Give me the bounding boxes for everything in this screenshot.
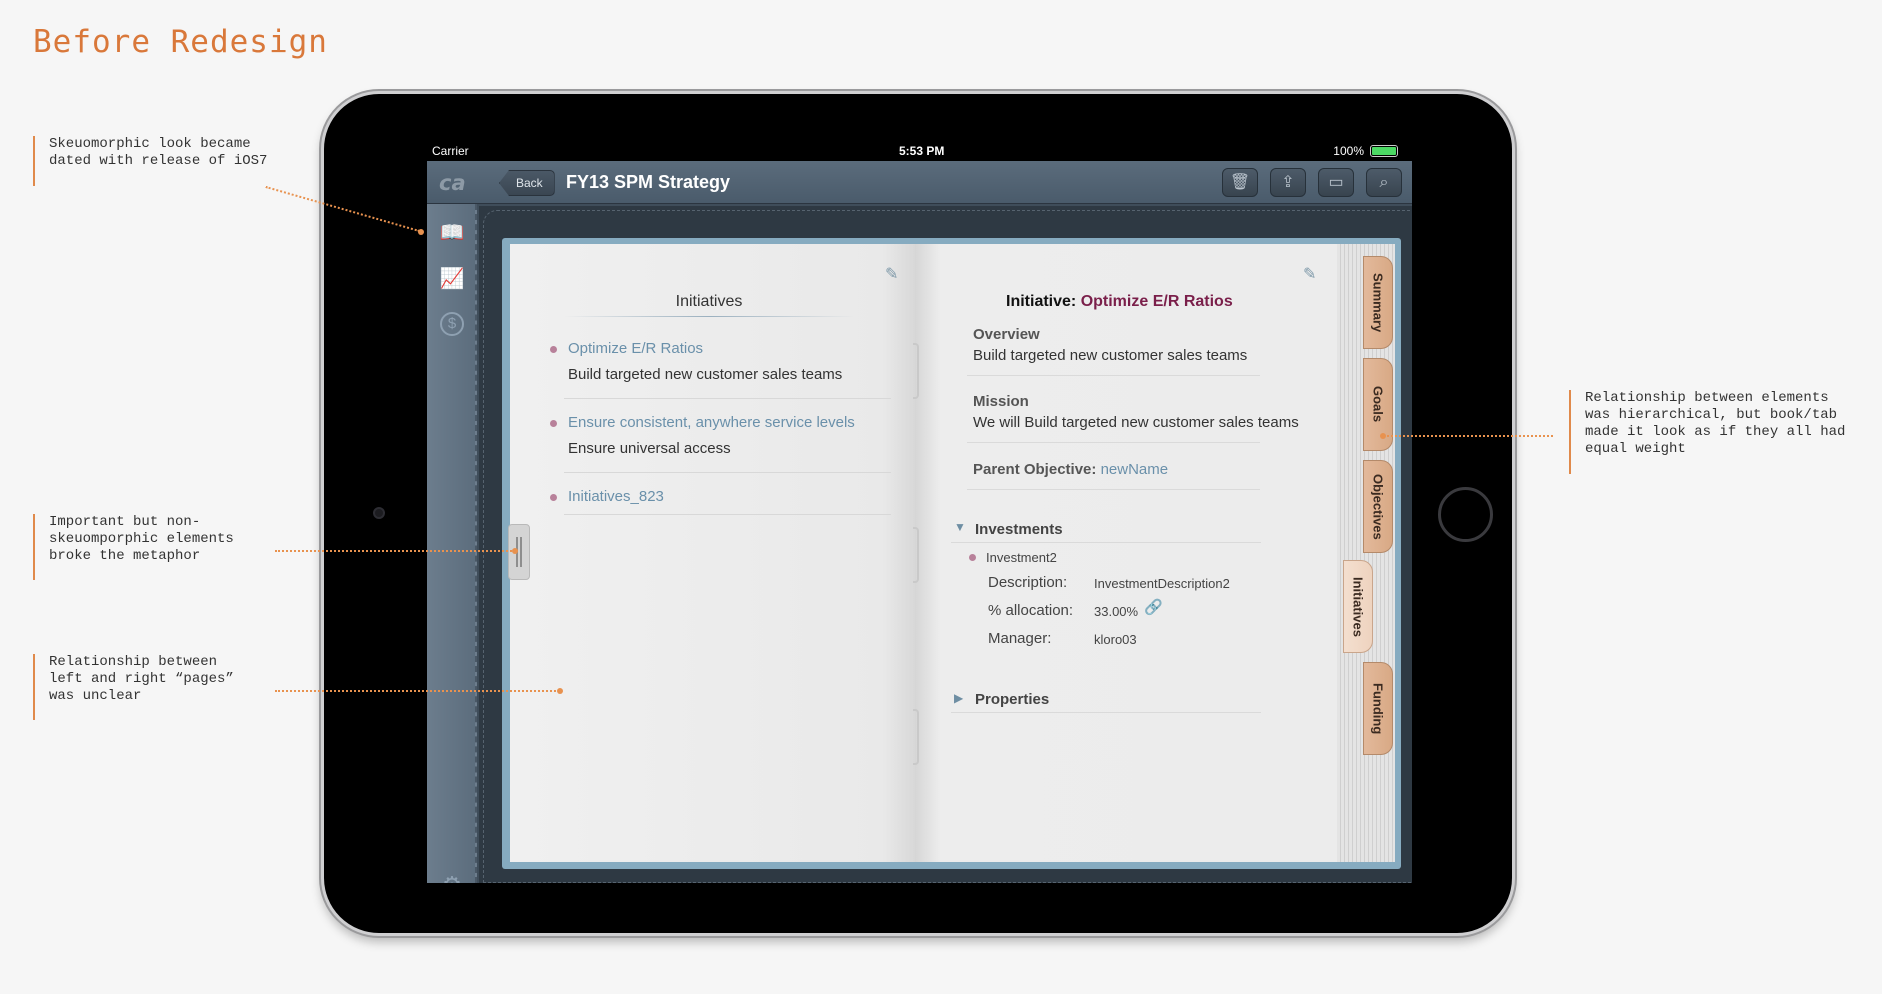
battery-icon xyxy=(1370,145,1398,157)
initiative-name: Optimize E/R Ratios xyxy=(1080,293,1233,310)
tab-label: Goals xyxy=(1370,386,1386,423)
back-button[interactable]: Back xyxy=(499,170,555,196)
spine-clip xyxy=(913,343,919,399)
comment-icon[interactable]: ▭ xyxy=(1318,168,1354,197)
edit-pencil-icon[interactable]: ✎ xyxy=(1303,264,1316,284)
tab-objectives[interactable]: Objectives xyxy=(1363,460,1393,553)
bullet xyxy=(969,554,976,561)
investments-label[interactable]: Investments xyxy=(975,521,1063,538)
manager-value: kloro03 xyxy=(1094,632,1137,647)
nav-bar: ca Back FY13 SPM Strategy 🗑 ⇪ ▭ ⌕ xyxy=(427,161,1412,204)
leader-dot xyxy=(557,688,563,694)
battery-percent: 100% xyxy=(1333,144,1364,158)
carrier-label: Carrier xyxy=(432,144,469,158)
collapse-triangle-icon[interactable]: ▼ xyxy=(954,520,966,534)
book: ✎ Initiatives Optimize E/R Ratios Build … xyxy=(502,238,1401,869)
left-page: ✎ Initiatives Optimize E/R Ratios Build … xyxy=(510,244,915,862)
allocation-value: 33.00% xyxy=(1094,604,1139,619)
parent-objective-link[interactable]: newName xyxy=(1101,461,1169,478)
chart-icon[interactable]: 📈 xyxy=(437,264,467,294)
initiative-link[interactable]: Ensure consistent, anywhere service leve… xyxy=(568,414,855,431)
tab-label: Objectives xyxy=(1370,473,1386,540)
properties-label[interactable]: Properties xyxy=(975,691,1049,708)
tab-summary[interactable]: Summary xyxy=(1363,256,1393,349)
allocation-label: % allocation: xyxy=(988,602,1074,619)
status-bar: Carrier 5:53 PM 100% xyxy=(427,140,1412,161)
mission-label: Mission xyxy=(973,393,1029,410)
leader-dot xyxy=(418,229,424,235)
investment-name: Investment2 xyxy=(986,550,1057,565)
status-time: 5:53 PM xyxy=(899,144,945,158)
annotation-tabs: Relationship between elements was hierar… xyxy=(1569,390,1845,474)
initiative-subtitle: Ensure universal access xyxy=(568,440,731,457)
dollar-icon[interactable]: $ xyxy=(440,312,464,336)
annotation-non-skeuomorphic: Important but non- skeuomporphic element… xyxy=(33,514,234,580)
leader-dot xyxy=(512,548,518,554)
leader-line xyxy=(1383,435,1553,437)
tab-label: Summary xyxy=(1370,272,1386,333)
tab-initiatives[interactable]: Initiatives xyxy=(1343,560,1373,653)
annotation-skeuomorphic: Skeuomorphic look became dated with rele… xyxy=(33,136,267,186)
description-label: Description: xyxy=(988,574,1068,591)
tab-goals[interactable]: Goals xyxy=(1363,358,1393,451)
share-icon[interactable]: ⇪ xyxy=(1270,168,1306,197)
trash-icon[interactable]: 🗑 xyxy=(1222,168,1258,197)
description-value: InvestmentDescription2 xyxy=(1094,576,1230,591)
bullet xyxy=(550,420,557,427)
mission-text: We will Build targeted new customer sale… xyxy=(973,414,1299,431)
gear-icon[interactable]: ⚙ xyxy=(437,870,467,883)
spine-clip xyxy=(913,527,919,583)
nav-title: FY13 SPM Strategy xyxy=(566,172,731,192)
book-icon[interactable]: 📖 xyxy=(437,218,467,248)
manager-label: Manager: xyxy=(988,630,1052,647)
initiative-subtitle: Build targeted new customer sales teams xyxy=(568,366,843,383)
tab-label: Funding xyxy=(1370,682,1386,735)
bullet xyxy=(550,346,557,353)
home-button[interactable] xyxy=(1438,487,1493,542)
initiative-heading: Initiative: Optimize E/R Ratios xyxy=(1006,293,1233,311)
overview-text: Build targeted new customer sales teams xyxy=(973,347,1248,364)
parent-label: Parent Objective: xyxy=(973,461,1097,478)
search-icon[interactable]: ⌕ xyxy=(1366,168,1402,197)
initiative-link[interactable]: Optimize E/R Ratios xyxy=(568,340,703,357)
annotation-pages: Relationship between left and right “pag… xyxy=(33,654,234,720)
overview-label: Overview xyxy=(973,326,1040,343)
camera xyxy=(373,507,385,519)
heading-prefix: Initiative: xyxy=(1006,293,1077,310)
page-title: Before Redesign xyxy=(33,24,328,60)
ca-logo: ca xyxy=(439,171,466,195)
heading-underline xyxy=(564,316,854,317)
parent-objective: Parent Objective: newName xyxy=(973,461,1168,478)
leader-line xyxy=(275,550,515,552)
right-page: ✎ Initiative: Optimize E/R Ratios Overvi… xyxy=(915,244,1337,862)
tab-label: Initiatives xyxy=(1350,576,1366,637)
sidebar: 📖 📈 $ ⚙ xyxy=(427,204,477,883)
edit-pencil-icon[interactable]: ✎ xyxy=(885,264,898,284)
spine-clip xyxy=(913,709,919,765)
expand-triangle-icon[interactable]: ▶ xyxy=(954,691,963,705)
leader-dot xyxy=(1380,433,1386,439)
bullet xyxy=(550,494,557,501)
initiatives-heading: Initiatives xyxy=(675,293,743,310)
leader-line xyxy=(275,690,560,692)
link-icon[interactable]: 🔗 xyxy=(1144,598,1163,616)
tab-funding[interactable]: Funding xyxy=(1363,662,1393,755)
initiative-link[interactable]: Initiatives_823 xyxy=(568,488,664,505)
